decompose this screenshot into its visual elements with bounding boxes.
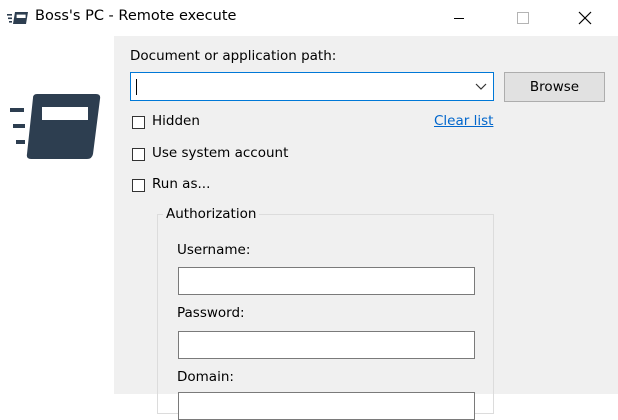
- run-as-checkbox[interactable]: [132, 179, 145, 192]
- system-account-checkbox[interactable]: [132, 148, 145, 161]
- password-label: Password:: [177, 305, 245, 321]
- window-title: Boss's PC - Remote execute: [35, 8, 237, 24]
- hidden-checkbox[interactable]: [132, 116, 145, 129]
- path-combobox[interactable]: [130, 72, 494, 101]
- icon-pane: [0, 36, 114, 394]
- minimize-button[interactable]: [435, 0, 481, 36]
- authorization-title: Authorization: [163, 206, 260, 222]
- hidden-label: Hidden: [152, 113, 200, 129]
- run-as-label: Run as...: [152, 176, 211, 192]
- username-field[interactable]: [178, 267, 475, 295]
- maximize-button[interactable]: [499, 0, 545, 36]
- maximize-icon: [517, 12, 529, 24]
- text-caret: [136, 79, 137, 95]
- username-label: Username:: [177, 242, 251, 258]
- close-button[interactable]: [562, 0, 608, 36]
- password-field[interactable]: [178, 331, 475, 359]
- domain-label: Domain:: [177, 369, 234, 385]
- clear-list-link[interactable]: Clear list: [434, 113, 493, 129]
- title-bar[interactable]: Boss's PC - Remote execute: [0, 0, 618, 36]
- app-icon: [7, 12, 28, 24]
- chevron-down-icon[interactable]: [475, 82, 487, 91]
- browse-button[interactable]: Browse: [504, 72, 605, 102]
- domain-field[interactable]: [178, 392, 475, 420]
- path-label: Document or application path:: [130, 48, 337, 64]
- remote-execute-icon: [10, 94, 101, 159]
- path-input[interactable]: [133, 75, 471, 98]
- close-icon: [578, 11, 592, 25]
- system-account-label: Use system account: [152, 145, 289, 161]
- minimize-icon: [454, 18, 464, 19]
